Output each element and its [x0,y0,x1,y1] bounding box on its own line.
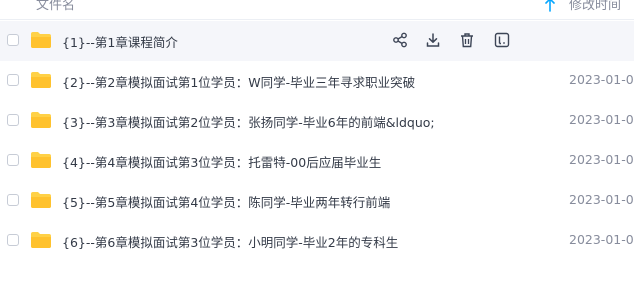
modified-time: 2023-01-02 [569,152,634,167]
modified-time: 2023-01-02 [569,72,634,87]
file-row[interactable]: {4}--第4章模拟面试第3位学员：托雷特-00后应届毕业生 2023-01-0… [0,141,634,181]
row-checkbox[interactable] [7,114,19,126]
sort-arrow-up-icon[interactable] [544,0,556,13]
share-icon[interactable] [392,32,408,48]
file-list-header: 文件名 修改时间 [0,0,634,20]
modified-time: 2023-01-02 [569,232,634,247]
file-row[interactable]: {2}--第2章模拟面试第1位学员：W同学-毕业三年寻求职业突破 2023-01… [0,61,634,101]
file-name[interactable]: {1}--第1章课程简介 [62,32,178,51]
file-name[interactable]: {5}--第5章模拟面试第4位学员：陈同学-毕业两年转行前端 [62,192,390,211]
delete-icon[interactable] [459,32,475,48]
file-row[interactable]: {5}--第5章模拟面试第4位学员：陈同学-毕业两年转行前端 2023-01-0… [0,181,634,221]
file-row[interactable]: {6}--第6章模拟面试第3位学员：小明同学-毕业2年的专科生 2023-01-… [0,221,634,261]
file-name[interactable]: {3}--第3章模拟面试第2位学员：张扬同学-毕业6年的前端&ldquo; [62,112,435,131]
folder-icon [31,32,51,48]
file-name[interactable]: {4}--第4章模拟面试第3位学员：托雷特-00后应届毕业生 [62,152,381,171]
folder-icon [31,232,51,248]
column-header-modified-time[interactable]: 修改时间 [569,0,621,13]
modified-time: 2023-01-02 [569,192,634,207]
modified-time: 2023-01-02 [569,112,634,127]
folder-icon [31,112,51,128]
file-name[interactable]: {6}--第6章模拟面试第3位学员：小明同学-毕业2年的专科生 [62,232,398,251]
row-checkbox[interactable] [7,234,19,246]
column-header-filename[interactable]: 文件名 [36,0,75,13]
file-name[interactable]: {2}--第2章模拟面试第1位学员：W同学-毕业三年寻求职业突破 [62,72,415,91]
row-checkbox[interactable] [7,34,19,46]
folder-icon [31,72,51,88]
row-checkbox[interactable] [7,194,19,206]
folder-icon [31,152,51,168]
download-icon[interactable] [425,32,441,48]
file-row[interactable]: {3}--第3章模拟面试第2位学员：张扬同学-毕业6年的前端&ldquo; 20… [0,101,634,141]
row-checkbox[interactable] [7,74,19,86]
row-checkbox[interactable] [7,154,19,166]
more-icon[interactable] [494,32,510,48]
folder-icon [31,192,51,208]
file-row[interactable]: {1}--第1章课程简介 [0,21,634,61]
